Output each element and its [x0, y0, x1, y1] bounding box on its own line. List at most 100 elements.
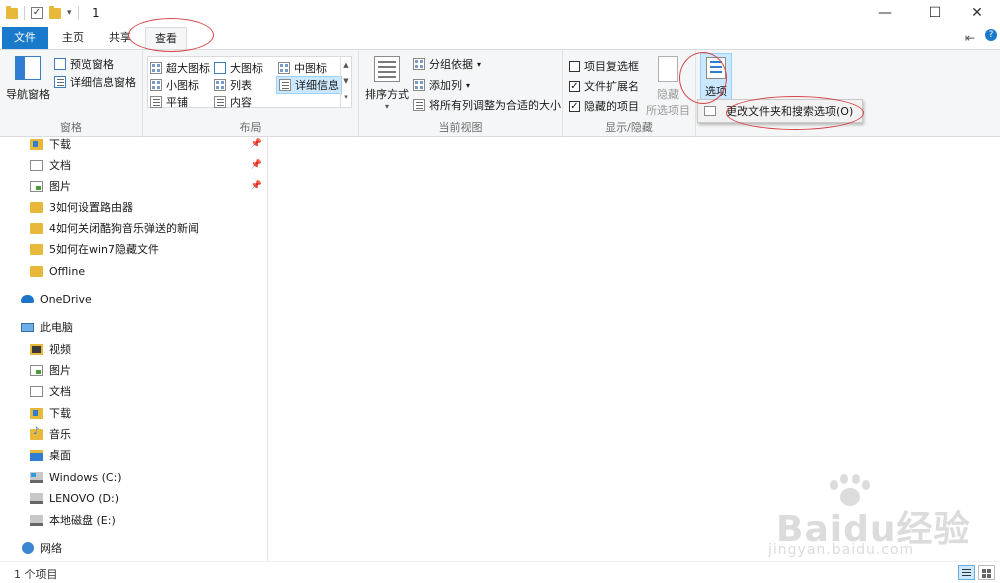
sort-by-chevron-icon: ▾ [384, 102, 389, 111]
layout-small-icons[interactable]: 小图标 [150, 77, 199, 93]
details-view-button[interactable] [958, 565, 975, 580]
nav-item-pc-pictures[interactable]: 图片 [0, 360, 268, 380]
quick-access-toolbar: ✓ ▾ [6, 5, 79, 20]
nav-item-label: 本地磁盘 (E:) [49, 514, 116, 527]
navigation-pane: 下载 📌 文档 📌 图片 📌 3如何设置路由器 4如何关闭酷狗音乐弹送的新闻 5… [0, 137, 268, 561]
documents-folder-icon [30, 385, 43, 397]
preview-pane-icon [54, 58, 66, 70]
file-extensions-label: 文件扩展名 [584, 80, 639, 93]
item-count: 1 个项目 [14, 568, 58, 581]
layout-list[interactable]: 列表 [214, 77, 252, 93]
help-icon[interactable]: ? [985, 29, 997, 41]
add-columns-button[interactable]: 添加列 ▾ [413, 77, 470, 93]
group-label-show-hide: 显示/隐藏 [605, 121, 653, 134]
folder-icon [30, 201, 43, 213]
layout-content[interactable]: 内容 [214, 94, 252, 110]
nav-item-desktop[interactable]: 桌面 [0, 445, 268, 465]
toolbar-separator [24, 6, 25, 20]
folder-icon [30, 222, 43, 234]
file-extensions-toggle[interactable]: ✓ 文件扩展名 [569, 78, 639, 94]
customize-toolbar-chevron-icon[interactable]: ▾ [67, 8, 72, 18]
preview-pane-label: 预览窗格 [70, 58, 114, 71]
pin-icon[interactable]: 📌 [251, 139, 262, 149]
group-by-label: 分组依据 [429, 58, 473, 71]
nav-item-pc-documents[interactable]: 文档 [0, 381, 268, 401]
group-panes: 导航窗格 预览窗格 详细信息窗格 窗格 [0, 50, 143, 137]
ribbon: 导航窗格 预览窗格 详细信息窗格 窗格 布局 超大图标 大图标 中图标 小图标 … [0, 49, 1000, 137]
nav-item-folder-router[interactable]: 3如何设置路由器 [0, 197, 268, 217]
nav-item-label: OneDrive [40, 292, 92, 306]
nav-item-documents[interactable]: 文档 📌 [0, 155, 268, 175]
nav-item-label: LENOVO (D:) [49, 491, 120, 505]
item-checkboxes-checkbox[interactable] [569, 60, 580, 72]
properties-icon[interactable]: ✓ [31, 7, 43, 19]
layout-tiles[interactable]: 平铺 [150, 94, 188, 110]
navigation-pane-button[interactable]: 导航窗格 [4, 56, 52, 102]
title-bar: ✓ ▾ 1 — ☐ ✕ [0, 0, 1000, 27]
layout-extra-large-icons[interactable]: 超大图标 [150, 60, 210, 76]
nav-item-this-pc[interactable]: 此电脑 [0, 317, 268, 337]
layout-gallery: 超大图标 大图标 中图标 小图标 列表 详细信息 平铺 内容 ▲ ▼ ▾ [147, 56, 352, 110]
content-label: 内容 [230, 96, 252, 109]
maximize-button[interactable]: ☐ [912, 0, 958, 27]
folder-icon[interactable] [6, 5, 18, 19]
computer-icon [21, 322, 34, 332]
item-checkboxes-toggle[interactable]: 项目复选框 [569, 58, 639, 74]
nav-item-label: 下载 [49, 407, 71, 420]
file-extensions-checkbox[interactable]: ✓ [569, 80, 580, 92]
nav-item-drive-c[interactable]: Windows (C:) [0, 467, 268, 487]
layout-medium-icons[interactable]: 中图标 [278, 60, 327, 76]
layout-large-icons[interactable]: 大图标 [214, 60, 263, 76]
hidden-items-checkbox[interactable]: ✓ [569, 100, 580, 112]
tab-home[interactable]: 主页 [52, 27, 94, 49]
tab-file[interactable]: 文件 [2, 27, 48, 49]
options-label: 选项 [705, 85, 727, 98]
new-folder-icon[interactable] [49, 5, 61, 19]
nav-item-label: 下载 [49, 138, 71, 151]
large-icons-icon [214, 62, 226, 74]
large-icons-view-button[interactable] [978, 565, 995, 580]
close-button[interactable]: ✕ [954, 0, 1000, 27]
nav-item-onedrive[interactable]: OneDrive [0, 289, 268, 309]
nav-item-videos[interactable]: 视频 [0, 339, 268, 359]
options-button[interactable]: 选项 [700, 53, 732, 101]
size-all-columns-button[interactable]: 将所有列调整为合适的大小 [413, 97, 561, 113]
sort-by-button[interactable]: 排序方式 ▾ [363, 56, 411, 111]
change-folder-options-menu-item[interactable]: 更改文件夹和搜索选项(O) [700, 102, 858, 120]
list-icon [214, 79, 226, 91]
pin-icon[interactable]: 📌 [251, 181, 262, 191]
nav-item-label: 桌面 [49, 449, 71, 462]
nav-item-pictures[interactable]: 图片 📌 [0, 176, 268, 196]
downloads-folder-icon [30, 407, 43, 419]
layout-gallery-scroll[interactable]: ▲ ▼ ▾ [340, 57, 351, 107]
nav-item-drive-e[interactable]: 本地磁盘 (E:) [0, 510, 268, 530]
group-by-button[interactable]: 分组依据 ▾ [413, 56, 481, 72]
folder-options-icon [704, 106, 716, 116]
nav-item-drive-d[interactable]: LENOVO (D:) [0, 488, 268, 508]
pin-ribbon-icon[interactable]: ⇤ [965, 31, 975, 45]
minimize-button[interactable]: — [862, 0, 908, 27]
nav-item-downloads[interactable]: 下载 📌 [0, 134, 268, 154]
nav-item-folder-win7[interactable]: 5如何在win7隐藏文件 [0, 239, 268, 259]
tab-share[interactable]: 共享 [100, 27, 140, 49]
nav-item-offline[interactable]: Offline [0, 261, 268, 281]
details-pane-button[interactable]: 详细信息窗格 [54, 74, 136, 90]
downloads-folder-icon [30, 138, 43, 150]
hide-selected-items-button[interactable]: 隐藏 所选项目 [643, 56, 693, 118]
nav-item-pc-downloads[interactable]: 下载 [0, 403, 268, 423]
nav-item-folder-kugou[interactable]: 4如何关闭酷狗音乐弹送的新闻 [0, 218, 268, 238]
nav-item-network[interactable]: 网络 [0, 538, 268, 558]
group-label-current-view: 当前视图 [438, 121, 483, 134]
nav-item-music[interactable]: 音乐 [0, 424, 268, 444]
file-list-area[interactable] [269, 137, 1000, 561]
window-title: 1 [92, 6, 100, 20]
nav-item-label: 文档 [49, 159, 71, 172]
nav-item-label: 图片 [49, 180, 71, 193]
preview-pane-button[interactable]: 预览窗格 [54, 56, 114, 72]
options-icon [706, 57, 726, 79]
tab-view[interactable]: 查看 [145, 27, 187, 49]
nav-item-label: Offline [49, 264, 86, 278]
pin-icon[interactable]: 📌 [251, 160, 262, 170]
layout-details[interactable]: 详细信息 [276, 76, 342, 94]
hidden-items-toggle[interactable]: ✓ 隐藏的项目 [569, 98, 639, 114]
